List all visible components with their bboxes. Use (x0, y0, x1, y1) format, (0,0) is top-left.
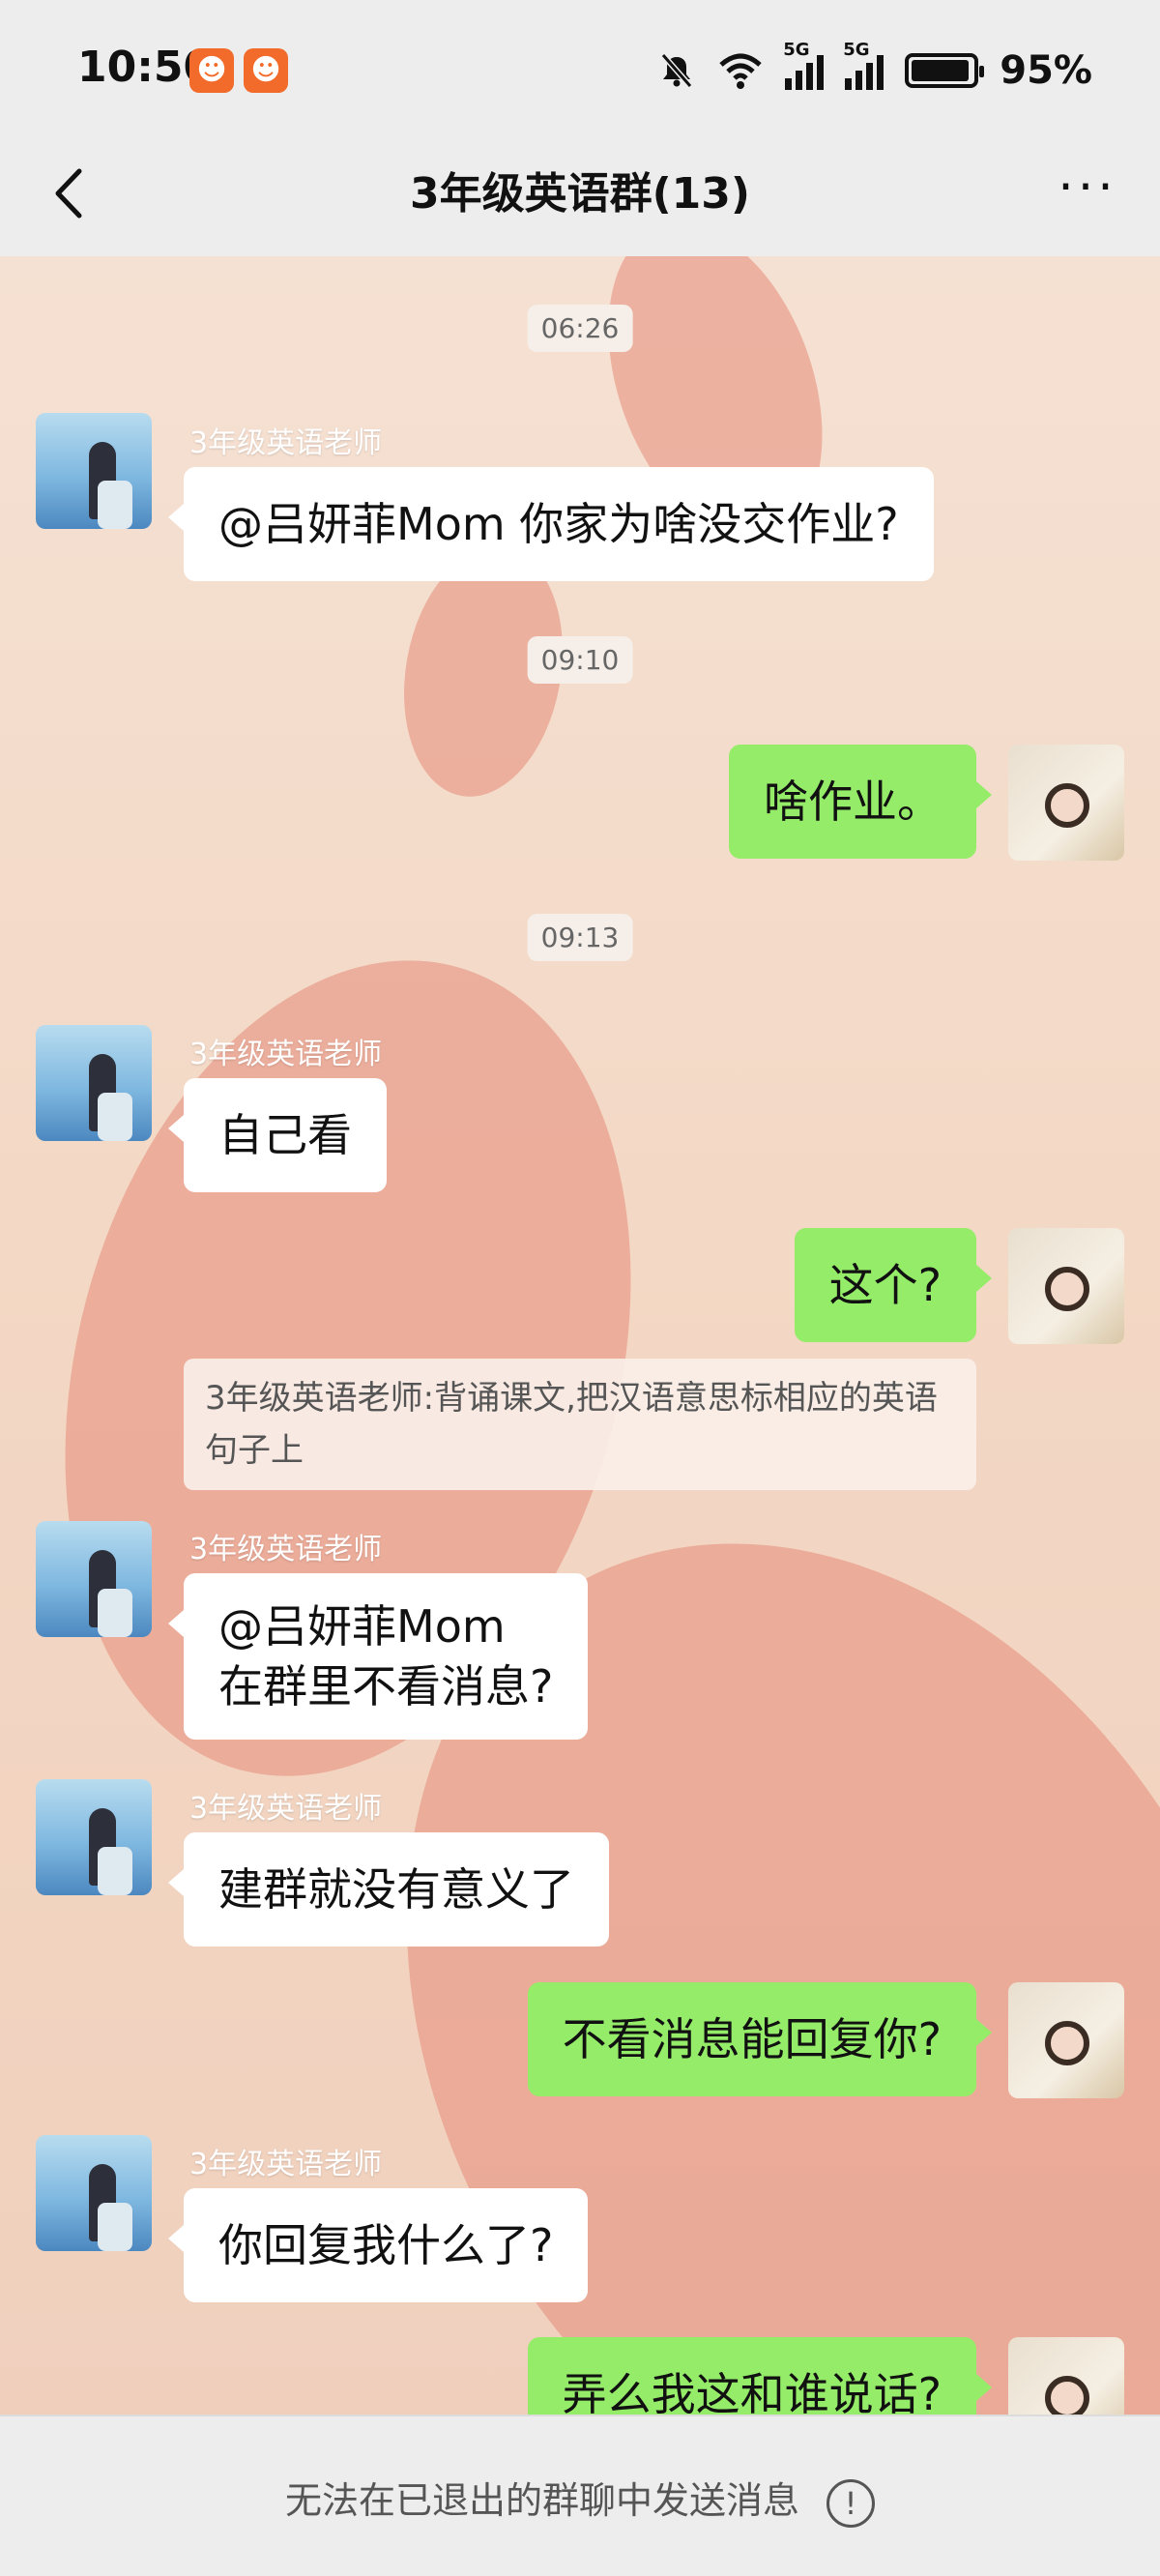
cellular-signal-icon: 5G (843, 40, 884, 90)
timestamp: 09:13 (527, 914, 633, 961)
teacher-avatar[interactable] (36, 1779, 152, 1895)
sender-name: 3年级英语老师 (189, 1792, 383, 1826)
chat-header: 3年级英语群(13) ··· (0, 135, 1160, 256)
my-avatar[interactable] (1008, 1982, 1124, 2098)
app-notification-icon: ☻ (244, 48, 288, 93)
battery-icon (905, 53, 985, 88)
chat-message-list[interactable]: 06:26 3年级英语老师 @吕妍菲Mom 你家为啥没交作业? 09:10 啥作… (0, 256, 1160, 2415)
outgoing-message[interactable]: 这个? (794, 1228, 993, 1342)
teacher-avatar[interactable] (36, 2135, 152, 2251)
outgoing-message[interactable]: 啥作业。 (729, 745, 992, 859)
sender-name: 3年级英语老师 (189, 426, 383, 460)
chat-title: 3年级英语群(13) (409, 169, 751, 219)
my-avatar[interactable] (1008, 2337, 1124, 2415)
teacher-avatar[interactable] (36, 1025, 152, 1141)
teacher-avatar[interactable] (36, 1521, 152, 1637)
cellular-signal-icon: 5G (783, 40, 825, 90)
incoming-message[interactable]: 你回复我什么了? (167, 2188, 589, 2302)
sender-name: 3年级英语老师 (189, 1038, 383, 1071)
status-icons: 5G 5G 95% (657, 40, 1092, 95)
message-line: @吕妍菲Mom (218, 1600, 506, 1653)
sender-name: 3年级英语老师 (189, 2148, 383, 2181)
my-avatar[interactable] (1008, 745, 1124, 861)
quoted-message[interactable]: 3年级英语老师:背诵课文,把汉语意思标相应的英语句子上 (184, 1359, 976, 1490)
battery-percent: 95% (1000, 48, 1092, 93)
timestamp: 06:26 (527, 305, 633, 352)
mute-bell-icon (660, 53, 693, 88)
incoming-message[interactable]: @吕妍菲Mom 在群里不看消息? (167, 1573, 589, 1740)
teacher-avatar[interactable] (36, 413, 152, 529)
app-notification-icon: ☻ (189, 48, 234, 93)
incoming-message[interactable]: 自己看 (168, 1078, 387, 1192)
incoming-message[interactable]: 建群就没有意义了 (168, 1832, 609, 1947)
message-line: 在群里不看消息? (218, 1660, 554, 1712)
network-type: 5G (843, 40, 870, 60)
more-options-button[interactable]: ··· (1054, 162, 1121, 217)
outgoing-message[interactable]: 不看消息能回复你? (527, 1982, 993, 2096)
my-avatar[interactable] (1008, 1228, 1124, 1344)
left-group-notice: 无法在已退出的群聊中发送消息 ! (0, 2471, 1160, 2528)
info-icon[interactable]: ! (826, 2478, 876, 2528)
notice-text: 无法在已退出的群聊中发送消息 (284, 2479, 799, 2522)
wifi-icon (719, 53, 762, 89)
input-disabled-bar: 无法在已退出的群聊中发送消息 ! (0, 2415, 1160, 2576)
sender-name: 3年级英语老师 (189, 1533, 383, 1566)
outgoing-message[interactable]: 弄么我这和谁说话? (527, 2337, 993, 2415)
incoming-message[interactable]: @吕妍菲Mom 你家为啥没交作业? (168, 467, 934, 581)
timestamp: 09:10 (527, 636, 633, 684)
network-type: 5G (783, 40, 810, 60)
status-bar: 10:50 ☻ ☻ 5G 5G 95% (0, 0, 1160, 135)
